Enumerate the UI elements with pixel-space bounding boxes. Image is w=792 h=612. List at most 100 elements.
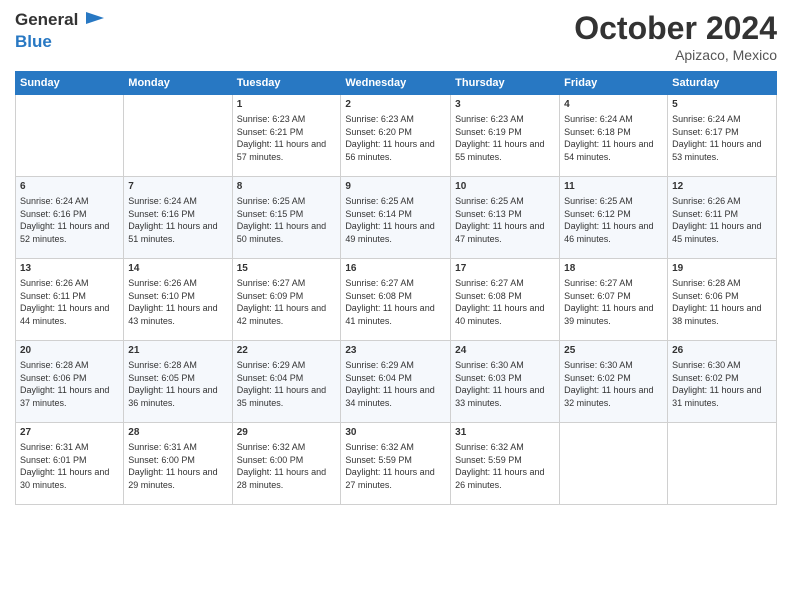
- daylight: Daylight: 11 hours and 27 minutes.: [345, 467, 434, 490]
- sunrise: Sunrise: 6:28 AM: [128, 360, 197, 370]
- sunrise: Sunrise: 6:25 AM: [564, 196, 633, 206]
- calendar-cell: 31 Sunrise: 6:32 AM Sunset: 5:59 PM Dayligh…: [451, 423, 560, 505]
- header-saturday: Saturday: [668, 72, 777, 95]
- sunrise: Sunrise: 6:26 AM: [672, 196, 741, 206]
- day-number: 23: [345, 344, 446, 358]
- daylight: Daylight: 11 hours and 42 minutes.: [237, 303, 326, 326]
- daylight: Daylight: 11 hours and 49 minutes.: [345, 221, 434, 244]
- day-number: 17: [455, 262, 555, 276]
- calendar-cell: 16Sunrise: 6:27 AMSunset: 6:08 PMDayligh…: [341, 259, 451, 341]
- sunrise: Sunrise: 6:32 AM: [237, 442, 306, 452]
- sunset: Sunset: 6:08 PM: [455, 291, 522, 301]
- sunrise: Sunrise: 6:25 AM: [345, 196, 414, 206]
- day-number: 8: [237, 180, 337, 194]
- calendar-cell: 18Sunrise: 6:27 AMSunset: 6:07 PMDayligh…: [560, 259, 668, 341]
- sunset: Sunset: 5:59 PM: [345, 455, 412, 465]
- daylight: Daylight: 11 hours and 34 minutes.: [345, 385, 434, 408]
- day-number: 15: [237, 262, 337, 276]
- calendar-cell: 7Sunrise: 6:24 AMSunset: 6:16 PMDaylight…: [124, 177, 232, 259]
- daylight: Daylight: 11 hours and 55 minutes.: [455, 139, 544, 162]
- calendar-week-row: 6Sunrise: 6:24 AMSunset: 6:16 PMDaylight…: [16, 177, 777, 259]
- day-number: 6: [20, 180, 119, 194]
- sunset: Sunset: 6:02 PM: [564, 373, 631, 383]
- daylight: Daylight: 11 hours and 40 minutes.: [455, 303, 544, 326]
- daylight: Daylight: 11 hours and 30 minutes.: [20, 467, 109, 490]
- daylight: Daylight: 11 hours and 26 minutes.: [455, 467, 544, 490]
- sunrise: Sunrise: 6:27 AM: [237, 278, 306, 288]
- calendar-week-row: 13Sunrise: 6:26 AMSunset: 6:11 PMDayligh…: [16, 259, 777, 341]
- calendar-cell: 11Sunrise: 6:25 AMSunset: 6:12 PMDayligh…: [560, 177, 668, 259]
- daylight: Daylight: 11 hours and 29 minutes.: [128, 467, 217, 490]
- month-title: October 2024: [574, 10, 777, 47]
- sunset: Sunset: 6:08 PM: [345, 291, 412, 301]
- calendar-header-row: Sunday Monday Tuesday Wednesday Thursday…: [16, 72, 777, 95]
- daylight: Daylight: 11 hours and 53 minutes.: [672, 139, 761, 162]
- day-number: 14: [128, 262, 227, 276]
- sunrise: Sunrise: 6:32 AM: [345, 442, 414, 452]
- daylight: Daylight: 11 hours and 57 minutes.: [237, 139, 326, 162]
- sunrise: Sunrise: 6:23 AM: [237, 114, 306, 124]
- sunrise: Sunrise: 6:28 AM: [20, 360, 89, 370]
- daylight: Daylight: 11 hours and 52 minutes.: [20, 221, 109, 244]
- calendar-cell: 5Sunrise: 6:24 AMSunset: 6:17 PMDaylight…: [668, 95, 777, 177]
- sunrise: Sunrise: 6:31 AM: [20, 442, 89, 452]
- daylight: Daylight: 11 hours and 47 minutes.: [455, 221, 544, 244]
- sunrise: Sunrise: 6:30 AM: [564, 360, 633, 370]
- sunrise: Sunrise: 6:30 AM: [455, 360, 524, 370]
- sunset: Sunset: 6:06 PM: [672, 291, 739, 301]
- day-number: 31: [455, 426, 555, 440]
- sunset: Sunset: 6:17 PM: [672, 127, 739, 137]
- sunset: Sunset: 6:03 PM: [455, 373, 522, 383]
- calendar-cell: 22Sunrise: 6:29 AMSunset: 6:04 PMDayligh…: [232, 341, 341, 423]
- day-number: 11: [564, 180, 663, 194]
- calendar-cell: 6Sunrise: 6:24 AMSunset: 6:16 PMDaylight…: [16, 177, 124, 259]
- day-number: 16: [345, 262, 446, 276]
- sunset: Sunset: 6:16 PM: [20, 209, 87, 219]
- header-tuesday: Tuesday: [232, 72, 341, 95]
- day-number: 28: [128, 426, 227, 440]
- sunrise: Sunrise: 6:25 AM: [237, 196, 306, 206]
- day-number: 22: [237, 344, 337, 358]
- sunrise: Sunrise: 6:24 AM: [564, 114, 633, 124]
- daylight: Daylight: 11 hours and 39 minutes.: [564, 303, 653, 326]
- daylight: Daylight: 11 hours and 37 minutes.: [20, 385, 109, 408]
- sunrise: Sunrise: 6:25 AM: [455, 196, 524, 206]
- daylight: Daylight: 11 hours and 28 minutes.: [237, 467, 326, 490]
- logo-blue: Blue: [15, 32, 52, 51]
- sunrise: Sunrise: 6:32 AM: [455, 442, 524, 452]
- sunrise: Sunrise: 6:28 AM: [672, 278, 741, 288]
- calendar-cell: 3Sunrise: 6:23 AMSunset: 6:19 PMDaylight…: [451, 95, 560, 177]
- sunset: Sunset: 6:16 PM: [128, 209, 195, 219]
- day-number: 10: [455, 180, 555, 194]
- sunset: Sunset: 6:12 PM: [564, 209, 631, 219]
- sunset: Sunset: 5:59 PM: [455, 455, 522, 465]
- sunset: Sunset: 6:10 PM: [128, 291, 195, 301]
- daylight: Daylight: 11 hours and 35 minutes.: [237, 385, 326, 408]
- calendar-cell: 17Sunrise: 6:27 AMSunset: 6:08 PMDayligh…: [451, 259, 560, 341]
- header-monday: Monday: [124, 72, 232, 95]
- calendar-cell: 27Sunrise: 6:31 AMSunset: 6:01 PMDayligh…: [16, 423, 124, 505]
- calendar-cell: 20Sunrise: 6:28 AMSunset: 6:06 PMDayligh…: [16, 341, 124, 423]
- sunset: Sunset: 6:11 PM: [20, 291, 86, 301]
- day-number: 13: [20, 262, 119, 276]
- calendar-cell: 29Sunrise: 6:32 AMSunset: 6:00 PMDayligh…: [232, 423, 341, 505]
- calendar-cell: 23Sunrise: 6:29 AMSunset: 6:04 PMDayligh…: [341, 341, 451, 423]
- logo-flag-icon: [84, 10, 106, 32]
- sunset: Sunset: 6:02 PM: [672, 373, 739, 383]
- logo: General Blue: [15, 10, 106, 52]
- sunset: Sunset: 6:07 PM: [564, 291, 631, 301]
- calendar-cell: 2Sunrise: 6:23 AMSunset: 6:20 PMDaylight…: [341, 95, 451, 177]
- day-number: 18: [564, 262, 663, 276]
- daylight: Daylight: 11 hours and 56 minutes.: [345, 139, 434, 162]
- day-number: 4: [564, 98, 663, 112]
- day-number: 3: [455, 98, 555, 112]
- calendar-cell: 24Sunrise: 6:30 AMSunset: 6:03 PMDayligh…: [451, 341, 560, 423]
- day-number: 26: [672, 344, 772, 358]
- calendar-cell: 9Sunrise: 6:25 AMSunset: 6:14 PMDaylight…: [341, 177, 451, 259]
- day-number: 30: [345, 426, 446, 440]
- calendar-cell: 4Sunrise: 6:24 AMSunset: 6:18 PMDaylight…: [560, 95, 668, 177]
- daylight: Daylight: 11 hours and 38 minutes.: [672, 303, 761, 326]
- sunrise: Sunrise: 6:27 AM: [345, 278, 414, 288]
- sunrise: Sunrise: 6:29 AM: [237, 360, 306, 370]
- daylight: Daylight: 11 hours and 50 minutes.: [237, 221, 326, 244]
